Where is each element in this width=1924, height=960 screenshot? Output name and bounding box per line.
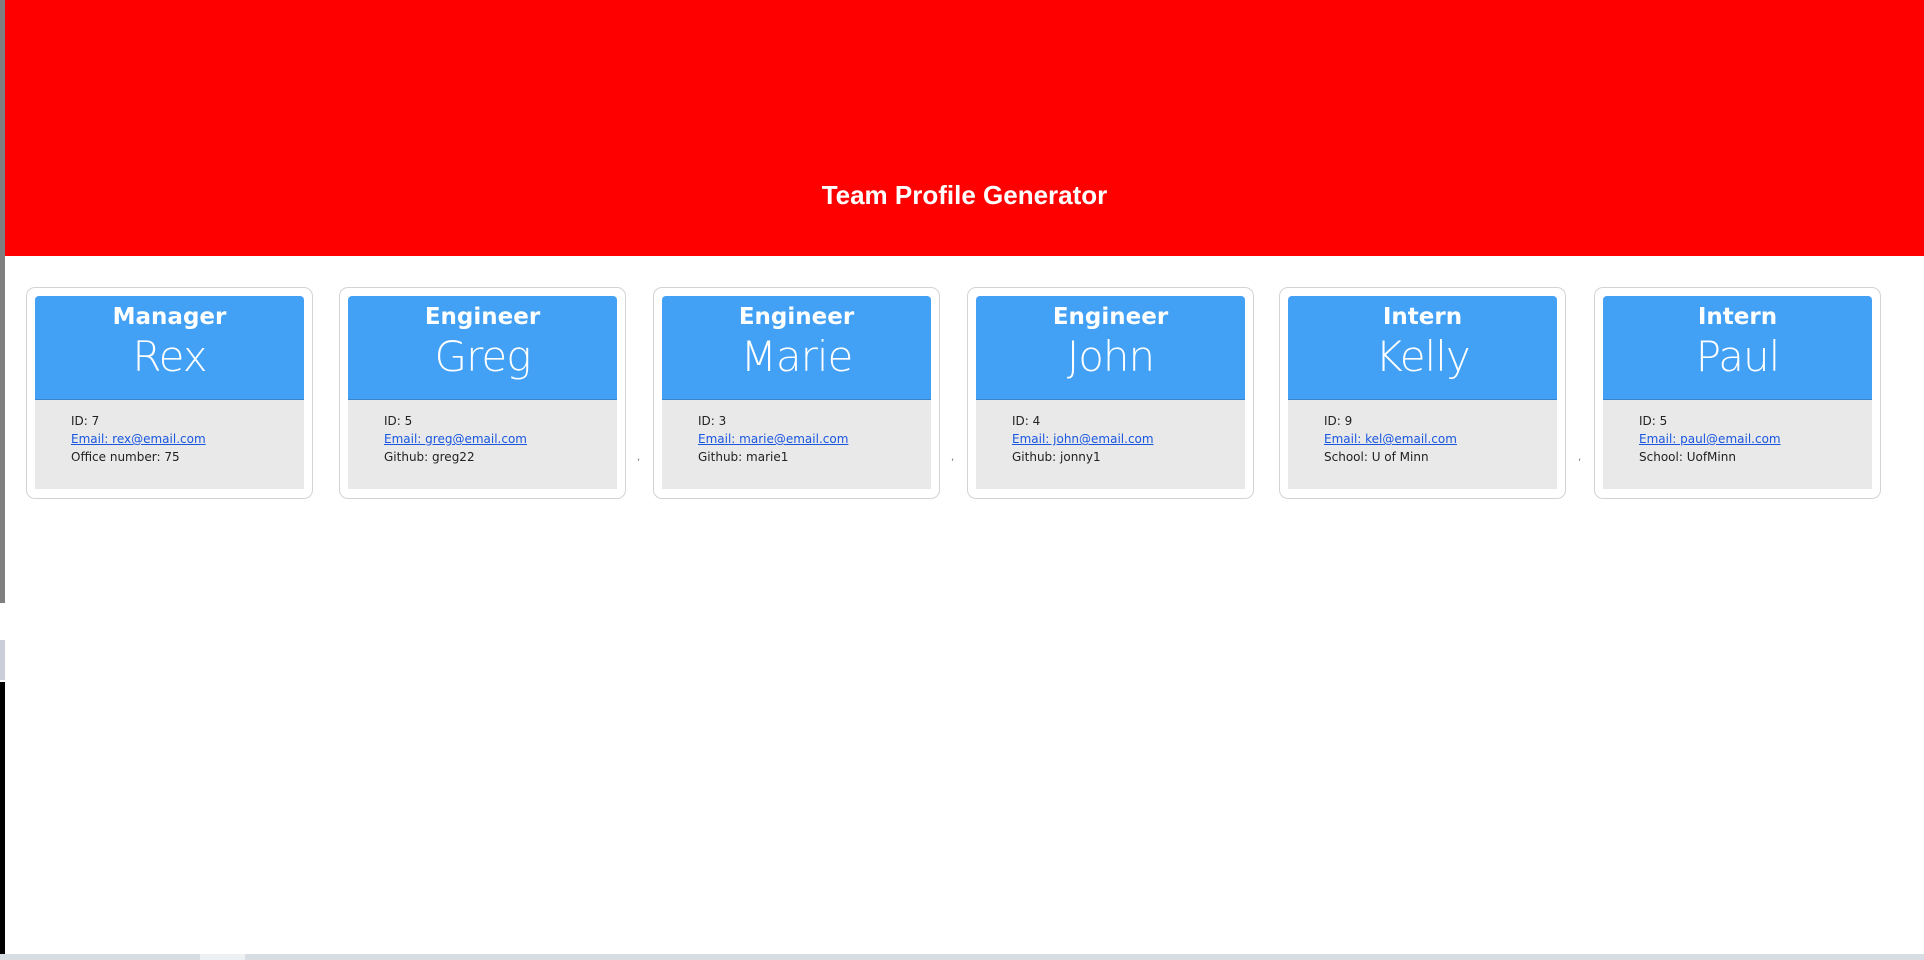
employee-detail: Github: marie1 xyxy=(698,450,789,464)
card-header: Engineer Greg xyxy=(348,296,617,400)
employee-id: ID: 7 xyxy=(71,414,100,428)
employee-card: Intern Kelly ID: 9 Email: kel@email.com … xyxy=(1279,287,1566,499)
employee-name: Paul xyxy=(1695,332,1780,381)
horizontal-scrollbar[interactable] xyxy=(0,954,1924,960)
window-edge xyxy=(0,682,5,955)
separator-comma: , xyxy=(637,452,641,463)
card-header: Manager Rex xyxy=(35,296,304,400)
employee-role: Intern xyxy=(1382,304,1463,330)
employee-card: Engineer Greg ID: 5 Email: greg@email.co… xyxy=(339,287,626,499)
card-header: Intern Kelly xyxy=(1288,296,1557,400)
employee-email-link[interactable]: Email: greg@email.com xyxy=(384,430,617,448)
card-header: Engineer Marie xyxy=(662,296,931,400)
employee-email-link[interactable]: Email: rex@email.com xyxy=(71,430,304,448)
page-title: Team Profile Generator xyxy=(821,180,1108,210)
card-body: ID: 9 Email: kel@email.com School: U of … xyxy=(1288,400,1557,489)
employee-role: Intern xyxy=(1697,304,1778,330)
separator-comma: , xyxy=(951,452,955,463)
employee-id: ID: 5 xyxy=(384,414,413,428)
employee-id: ID: 5 xyxy=(1639,414,1668,428)
employee-email-link[interactable]: Email: kel@email.com xyxy=(1324,430,1557,448)
employee-detail: Office number: 75 xyxy=(71,450,180,464)
employee-detail: Github: jonny1 xyxy=(1012,450,1101,464)
card-body: ID: 5 Email: greg@email.com Github: greg… xyxy=(348,400,617,489)
separator-comma: , xyxy=(1578,452,1582,463)
employee-detail: Github: greg22 xyxy=(384,450,475,464)
employee-card: Engineer Marie ID: 3 Email: marie@email.… xyxy=(653,287,940,499)
card-body: ID: 7 Email: rex@email.com Office number… xyxy=(35,400,304,489)
window-edge xyxy=(0,640,5,680)
employee-role: Engineer xyxy=(424,304,541,330)
employee-card: Engineer John ID: 4 Email: john@email.co… xyxy=(967,287,1254,499)
scrollbar-thumb[interactable] xyxy=(200,954,245,960)
employee-detail: School: UofMinn xyxy=(1639,450,1736,464)
card-body: ID: 3 Email: marie@email.com Github: mar… xyxy=(662,400,931,489)
employee-id: ID: 3 xyxy=(698,414,727,428)
employee-name: John xyxy=(1066,332,1155,381)
employee-id: ID: 9 xyxy=(1324,414,1353,428)
employee-email-link[interactable]: Email: marie@email.com xyxy=(698,430,931,448)
employee-card: Intern Paul ID: 5 Email: paul@email.com … xyxy=(1594,287,1881,499)
employee-email-link[interactable]: Email: paul@email.com xyxy=(1639,430,1872,448)
page-header: Team Profile Generator xyxy=(5,0,1924,256)
employee-card: Manager Rex ID: 7 Email: rex@email.com O… xyxy=(26,287,313,499)
employee-name: Kelly xyxy=(1375,332,1470,381)
card-body: ID: 4 Email: john@email.com Github: jonn… xyxy=(976,400,1245,489)
employee-id: ID: 4 xyxy=(1012,414,1041,428)
employee-name: Rex xyxy=(132,332,207,381)
card-header: Intern Paul xyxy=(1603,296,1872,400)
employee-role: Manager xyxy=(112,304,227,330)
employee-role: Engineer xyxy=(738,304,855,330)
card-header: Engineer John xyxy=(976,296,1245,400)
employee-detail: School: U of Minn xyxy=(1324,450,1429,464)
employee-role: Engineer xyxy=(1052,304,1169,330)
employee-name: Greg xyxy=(434,332,532,381)
employee-email-link[interactable]: Email: john@email.com xyxy=(1012,430,1245,448)
card-body: ID: 5 Email: paul@email.com School: UofM… xyxy=(1603,400,1872,489)
employee-name: Marie xyxy=(740,332,854,381)
